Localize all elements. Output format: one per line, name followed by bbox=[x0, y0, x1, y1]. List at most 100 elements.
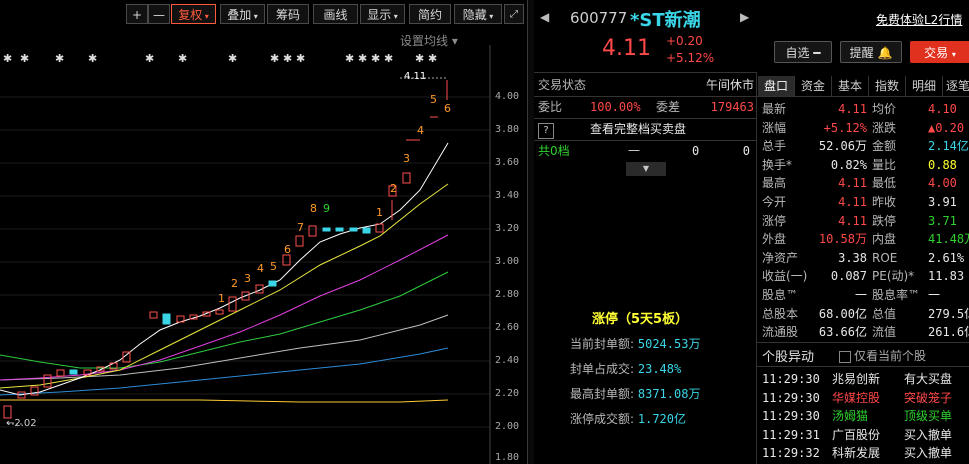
quote-label: 最低 bbox=[872, 176, 897, 191]
quote-label: 总股本 bbox=[762, 306, 799, 321]
quote-label: 今开 bbox=[762, 195, 787, 209]
quote-row: 流通股 63.66亿流值 261.6亿 bbox=[762, 323, 969, 341]
count-label: 4 bbox=[257, 262, 264, 275]
quote-value: 52.06万 bbox=[818, 139, 867, 154]
quote-row: 总手 52.06万 金额 2.14亿 bbox=[762, 137, 969, 155]
movement-stock[interactable]: 兆易创新 bbox=[832, 370, 880, 388]
count-label: 5 bbox=[270, 260, 277, 273]
quote-value: 11.83 bbox=[928, 269, 965, 284]
current-only-checkbox[interactable]: 仅看当前个股 bbox=[839, 347, 926, 364]
limit-row: 当前封单额: 5024.53万 bbox=[570, 337, 701, 351]
quote-value: 0.82% bbox=[830, 157, 867, 172]
quote-label: 跌停 bbox=[872, 213, 897, 228]
movement-row[interactable]: 11:29:30 兆易创新 有大买盘 bbox=[762, 370, 969, 388]
count-label: 8 bbox=[310, 202, 317, 215]
quote-row: 外盘 10.58万内盘 41.48万 bbox=[762, 230, 969, 248]
bell-icon: 🔔 bbox=[877, 46, 893, 60]
svg-text:✱: ✱ bbox=[345, 52, 354, 65]
quote-label: 均价 bbox=[872, 102, 897, 116]
limit-row: 涨停成交额: 1.720亿 bbox=[570, 412, 686, 426]
svg-text:✱: ✱ bbox=[371, 52, 380, 65]
movement-row[interactable]: 11:29:31 广百股份 买入撤单 bbox=[762, 426, 969, 444]
tab-basic[interactable]: 基本 bbox=[832, 76, 869, 96]
chevron-down-icon: ▾ bbox=[951, 50, 956, 59]
quote-value: ▲0.20 bbox=[928, 120, 965, 135]
quote-label: 总手 bbox=[762, 139, 787, 154]
quote-label: 换手* bbox=[762, 157, 793, 172]
svg-text:✱: ✱ bbox=[145, 52, 154, 65]
book-summary-row: 共0档 一 0 0 bbox=[538, 144, 750, 158]
price-change: +0.20 bbox=[666, 34, 703, 48]
quote-label: 股息率™ bbox=[872, 288, 921, 302]
count-label: 2 bbox=[390, 182, 397, 195]
tab-index[interactable]: 指数 bbox=[869, 76, 906, 96]
tab-tick[interactable]: 逐笔 bbox=[943, 76, 969, 96]
order-ratio-row: 委比 100.00% 委差 179463 bbox=[538, 100, 754, 114]
free-trial-link[interactable]: 免费体验L2行情 bbox=[876, 11, 962, 28]
svg-text:✱: ✱ bbox=[270, 52, 279, 65]
quote-label: 内盘 bbox=[872, 232, 897, 247]
axis-tick: 2.00 bbox=[495, 421, 520, 432]
quote-value: 4.00 bbox=[928, 176, 957, 191]
quote-value: 41.48万 bbox=[928, 232, 969, 247]
axis-tick: 3.20 bbox=[495, 223, 520, 234]
high-price-label: 4.11 bbox=[404, 71, 427, 82]
quote-value: 4.10 bbox=[928, 102, 957, 116]
tab-orderbook[interactable]: 盘口 bbox=[758, 76, 795, 96]
quote-label: 涨停 bbox=[762, 213, 787, 228]
movement-stock[interactable]: 科新发展 bbox=[832, 444, 880, 462]
quote-value: 一 bbox=[928, 288, 941, 302]
svg-text:✱: ✱ bbox=[415, 52, 424, 65]
movement-event: 突破笼子 bbox=[904, 390, 953, 405]
count-label: 9 bbox=[323, 202, 330, 215]
axis-tick: 2.20 bbox=[495, 388, 520, 399]
quote-label: 量比 bbox=[872, 157, 897, 172]
svg-text:✱: ✱ bbox=[178, 52, 187, 65]
tab-detail[interactable]: 明细 bbox=[906, 76, 943, 96]
count-label: 6 bbox=[284, 243, 291, 256]
prev-stock-icon[interactable]: ◀ bbox=[540, 10, 549, 24]
tab-funds[interactable]: 资金 bbox=[795, 76, 832, 96]
quote-value: 一 bbox=[854, 288, 867, 302]
quote-value: 0.087 bbox=[830, 269, 867, 284]
movement-row[interactable]: 11:29:32 科新发展 买入撤单 bbox=[762, 444, 969, 462]
svg-text:✱: ✱ bbox=[428, 52, 437, 65]
quote-panel: ◀ 600777 *ST新潮 ▶ 免费体验L2行情 4.11 +0.20 +5.… bbox=[534, 0, 969, 464]
low-price-label: ←2.02 bbox=[6, 418, 37, 429]
kline-chart-panel[interactable]: + — 复权 ▾ 叠加 ▾ 筹码 画线 显示 ▾ 简约 隐藏 ▾ ⤢ 设置均线 … bbox=[0, 0, 527, 464]
quote-value: 4.11 bbox=[838, 102, 867, 116]
count-label: 3 bbox=[244, 272, 251, 285]
quote-label: 股息™ bbox=[762, 288, 799, 302]
quote-row: 收益(一) 0.087 PE(动)* 11.83 bbox=[762, 267, 969, 285]
count-label: 1 bbox=[218, 292, 225, 305]
quote-row: 今开 4.11 昨收 3.91 bbox=[762, 193, 969, 211]
svg-text:✱: ✱ bbox=[283, 52, 292, 65]
movement-time: 11:29:30 bbox=[762, 372, 820, 386]
quote-label: 昨收 bbox=[872, 195, 897, 209]
count-label: 4 bbox=[417, 124, 424, 137]
watchlist-button[interactable]: 自选 ━ bbox=[774, 41, 832, 63]
last-price: 4.11 bbox=[602, 36, 651, 61]
quote-label: 流值 bbox=[872, 325, 897, 340]
svg-text:✱: ✱ bbox=[3, 52, 12, 65]
trade-button[interactable]: 交易 ▾ bbox=[910, 41, 969, 63]
axis-tick: 4.00 bbox=[495, 91, 520, 102]
quote-value: 3.71 bbox=[928, 213, 957, 228]
help-icon[interactable]: ? bbox=[538, 123, 554, 139]
alert-button[interactable]: 提醒 🔔 bbox=[840, 41, 902, 63]
next-stock-icon[interactable]: ▶ bbox=[740, 10, 749, 24]
movement-event: 买入撤单 bbox=[904, 446, 953, 460]
quote-row: 最新 4.11 均价 4.10 bbox=[762, 100, 969, 118]
quote-label: 最新 bbox=[762, 102, 787, 116]
movement-row[interactable]: 11:29:30 华媒控股 突破笼子 bbox=[762, 389, 969, 407]
collapse-icon[interactable]: ▼ bbox=[626, 162, 666, 176]
movement-stock[interactable]: 广百股份 bbox=[832, 426, 880, 444]
movement-stock[interactable]: 华媒控股 bbox=[832, 389, 880, 407]
full-book-row[interactable]: ? 查看完整档买卖盘 bbox=[538, 120, 754, 139]
quote-label: 流通股 bbox=[762, 325, 799, 340]
movement-row[interactable]: 11:29:30 汤姆猫 顶级买单 bbox=[762, 407, 969, 425]
movement-time: 11:29:30 bbox=[762, 409, 820, 423]
movement-stock[interactable]: 汤姆猫 bbox=[832, 407, 868, 425]
limit-row: 封单占成交: 23.48% bbox=[570, 362, 682, 376]
quote-label: ROE bbox=[872, 250, 898, 265]
